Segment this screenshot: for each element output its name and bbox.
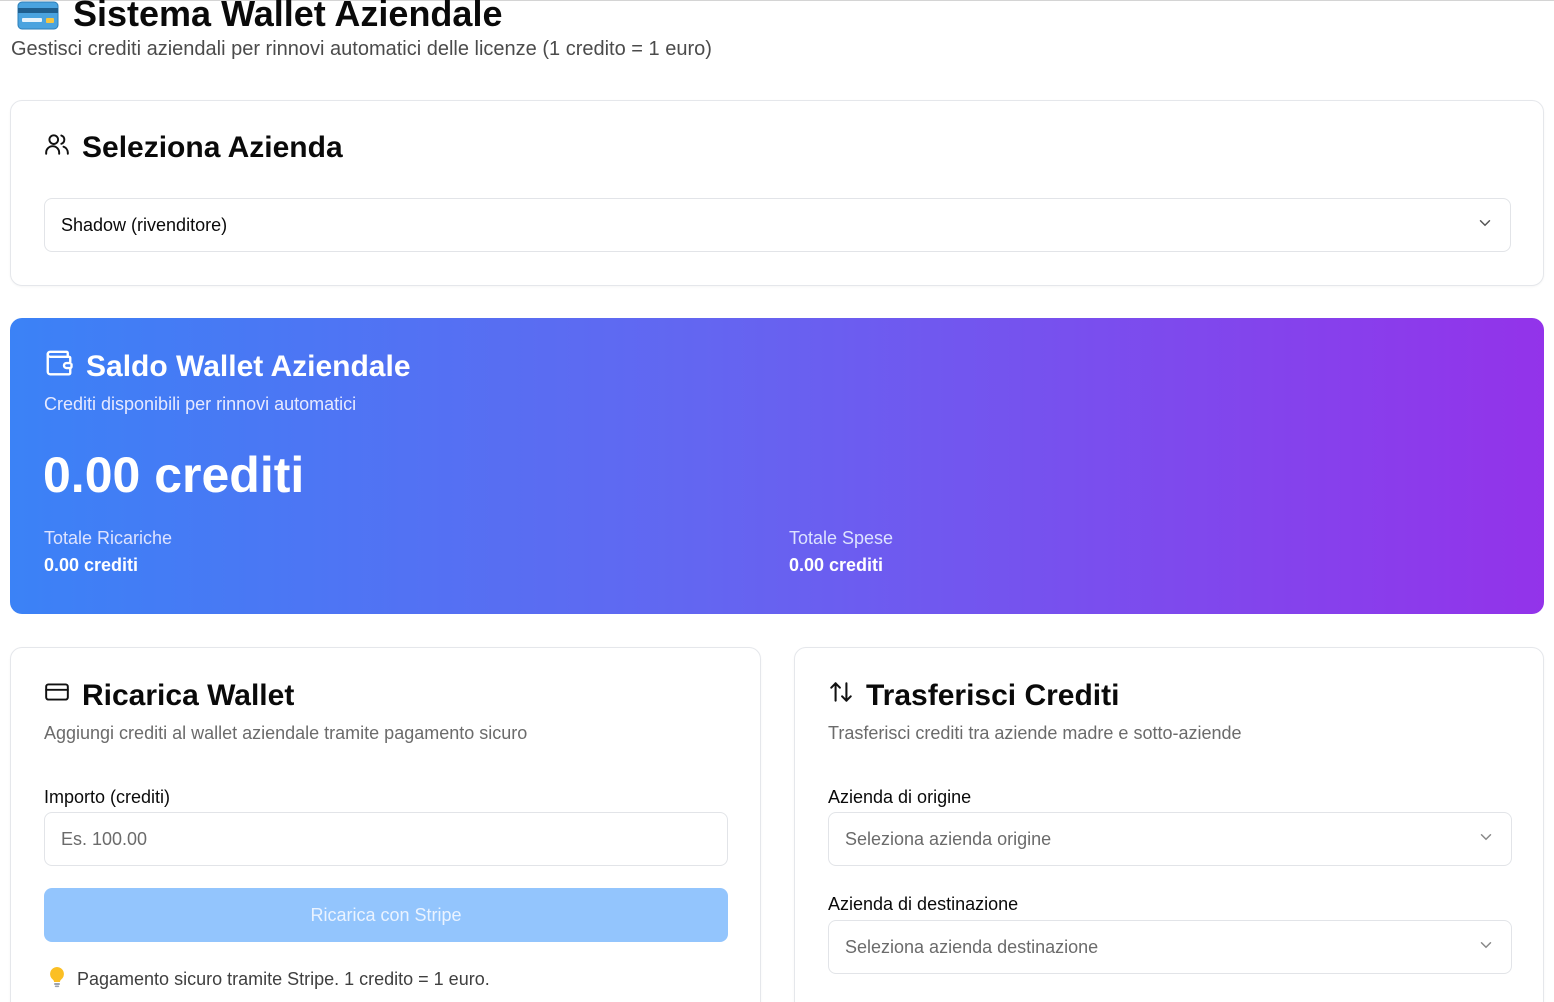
origin-label: Azienda di origine	[828, 787, 972, 807]
amount-input[interactable]: Es. 100.00	[44, 812, 728, 866]
company-select-value: Shadow (rivenditore)	[61, 214, 228, 235]
destination-placeholder: Seleziona azienda destinazione	[845, 936, 1099, 957]
recharge-title: Ricarica Wallet	[82, 679, 295, 712]
recharge-stripe-button[interactable]: Ricarica con Stripe	[44, 888, 728, 942]
payment-note: Pagamento sicuro tramite Stripe. 1 credi…	[47, 966, 490, 993]
company-select-dropdown[interactable]: Shadow (rivenditore)	[44, 198, 1511, 252]
balance-heading: Saldo Wallet Aziendale	[44, 348, 411, 386]
page-header: Sistema Wallet Aziendale	[11, 0, 502, 38]
total-spent: Totale Spese 0.00 crediti	[789, 528, 893, 576]
credit-card-icon	[44, 679, 70, 713]
page-subtitle: Gestisci crediti aziendali per rinnovi a…	[11, 38, 712, 60]
company-select-panel: Seleziona Azienda Shadow (rivenditore)	[10, 100, 1544, 286]
lightbulb-icon	[47, 966, 67, 993]
wallet-icon	[44, 348, 74, 386]
total-spent-value: 0.00 crediti	[789, 555, 884, 575]
balance-title: Saldo Wallet Aziendale	[86, 350, 411, 383]
origin-company-select[interactable]: Seleziona azienda origine	[828, 812, 1512, 866]
payment-note-text: Pagamento sicuro tramite Stripe. 1 credi…	[77, 969, 490, 989]
transfer-title: Trasferisci Crediti	[866, 679, 1120, 712]
wallet-balance-card: Saldo Wallet Aziendale Crediti disponibi…	[10, 318, 1544, 614]
credit-card-emoji-icon	[17, 0, 59, 30]
transfer-panel: Trasferisci Crediti Trasferisci crediti …	[794, 647, 1544, 1002]
transfer-description: Trasferisci crediti tra aziende madre e …	[828, 723, 1242, 743]
transfer-heading: Trasferisci Crediti	[828, 679, 1119, 713]
balance-amount: 0.00 crediti	[43, 447, 305, 503]
chevron-down-icon	[1477, 936, 1495, 959]
users-icon	[44, 131, 70, 165]
origin-placeholder: Seleziona azienda origine	[845, 828, 1052, 849]
total-recharges: Totale Ricariche 0.00 crediti	[44, 528, 172, 576]
total-recharges-value: 0.00 crediti	[44, 555, 139, 575]
destination-company-select[interactable]: Seleziona azienda destinazione	[828, 920, 1512, 974]
recharge-heading: Ricarica Wallet	[44, 679, 294, 713]
chevron-down-icon	[1476, 214, 1494, 237]
chevron-down-icon	[1477, 828, 1495, 851]
recharge-panel: Ricarica Wallet Aggiungi crediti al wall…	[10, 647, 761, 1002]
company-select-title: Seleziona Azienda	[82, 131, 343, 164]
balance-description: Crediti disponibili per rinnovi automati…	[44, 394, 357, 414]
total-recharges-label: Totale Ricariche	[44, 528, 173, 548]
destination-label: Azienda di destinazione	[828, 894, 1019, 914]
company-select-heading: Seleziona Azienda	[44, 131, 343, 165]
recharge-description: Aggiungi crediti al wallet aziendale tra…	[44, 723, 528, 743]
arrows-up-down-icon	[828, 679, 854, 713]
total-spent-label: Totale Spese	[789, 528, 894, 548]
page-title: Sistema Wallet Aziendale	[73, 0, 503, 34]
amount-label: Importo (crediti)	[44, 787, 171, 807]
